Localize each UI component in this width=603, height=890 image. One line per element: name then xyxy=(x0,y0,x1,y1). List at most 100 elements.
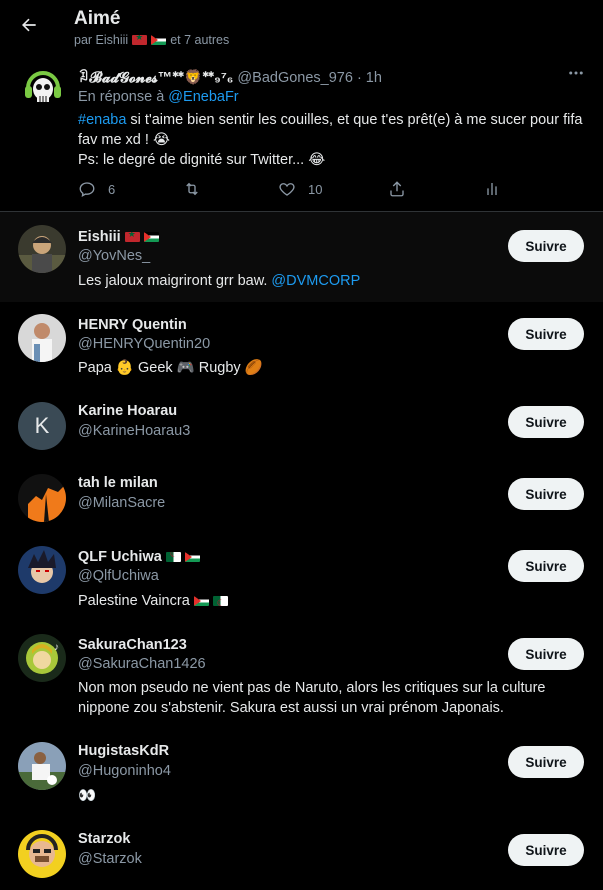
tweet-actions: 6 10 xyxy=(78,180,508,202)
user-list-item[interactable]: HENRY Quentin @HENRYQuentin20 Papa 👶 Gee… xyxy=(0,302,603,390)
algeria-flag-icon xyxy=(212,596,228,606)
like-button[interactable]: 10 xyxy=(278,180,322,198)
user-name[interactable]: Starzok xyxy=(78,831,130,847)
user-handle[interactable]: @HENRYQuentin20 xyxy=(78,336,210,352)
liked-tweet[interactable]: ꀣ𝓑𝓪𝓭𝓖𝓸𝓷𝓮𝓼™ᕯ🦁ᕯ₉⁷₆ @BadGones_976 · 1h En r… xyxy=(0,56,603,212)
user-name-text: Karine Hoarau xyxy=(78,403,178,419)
tweet-header: ꀣ𝓑𝓪𝓭𝓖𝓸𝓷𝓮𝓼™ᕯ🦁ᕯ₉⁷₆ @BadGones_976 · 1h xyxy=(78,66,382,86)
back-button[interactable] xyxy=(14,10,44,40)
follow-button[interactable]: Suivre xyxy=(508,318,584,350)
user-name[interactable]: QLF Uchiwa xyxy=(78,549,200,565)
algeria-flag-icon xyxy=(165,552,181,562)
reply-prefix: En réponse à xyxy=(78,89,165,105)
user-name[interactable]: Eishiii xyxy=(78,229,159,245)
avatar[interactable]: ♪ xyxy=(18,634,66,682)
user-name[interactable]: HugistasKdR xyxy=(78,743,169,759)
user-name-text: SakuraChan123 xyxy=(78,637,187,653)
follow-button[interactable]: Suivre xyxy=(508,550,584,582)
morocco-flag-icon xyxy=(132,35,148,45)
page-title: Aimé xyxy=(74,8,121,29)
reply-icon xyxy=(79,182,95,198)
user-bio: Palestine Vaincra xyxy=(78,591,578,611)
user-list-item[interactable]: K Karine Hoarau @KarineHoarau3 Suivre xyxy=(0,390,603,462)
reply-to-link[interactable]: @EnebaFr xyxy=(168,89,238,105)
avatar-letter: K xyxy=(34,413,50,438)
arrow-left-icon xyxy=(22,18,36,32)
user-handle[interactable]: @QlfUchiwa xyxy=(78,568,159,584)
reply-button[interactable]: 6 xyxy=(78,180,115,198)
user-list-item[interactable]: HugistasKdR @Hugoninho4 👀 Suivre xyxy=(0,732,603,820)
follow-button[interactable]: Suivre xyxy=(508,834,584,866)
user-handle[interactable]: @Hugoninho4 xyxy=(78,763,171,779)
morocco-flag-icon xyxy=(124,232,140,242)
user-list-item[interactable]: Starzok @Starzok Suivre xyxy=(0,820,603,890)
palestine-flag-icon xyxy=(184,552,200,562)
avatar[interactable] xyxy=(18,474,66,522)
reply-count: 6 xyxy=(108,181,116,197)
retweet-icon xyxy=(186,182,198,196)
avatar[interactable] xyxy=(20,66,66,112)
skull-avatar-icon xyxy=(20,66,66,112)
share-icon xyxy=(390,181,404,197)
user-bio: Les jaloux maigriront grr baw. @DVMCORP xyxy=(78,271,578,291)
user-handle[interactable]: @KarineHoarau3 xyxy=(78,423,190,439)
avatar[interactable] xyxy=(18,314,66,362)
analytics-icon xyxy=(487,183,497,195)
hashtag-link[interactable]: #enaba xyxy=(78,112,126,128)
user-name[interactable]: tah le milan xyxy=(78,475,158,491)
user-handle[interactable]: @SakuraChan1426 xyxy=(78,656,206,672)
follow-button[interactable]: Suivre xyxy=(508,230,584,262)
user-list-item[interactable]: Eishiii @YovNes_ Les jaloux maigriront g… xyxy=(0,212,603,302)
page-subtitle: par Eishiii et 7 autres xyxy=(74,33,229,47)
user-name-text: tah le milan xyxy=(78,475,158,491)
subtitle-prefix: par Eishiii xyxy=(74,33,129,47)
retweet-button[interactable] xyxy=(182,180,202,198)
user-handle[interactable]: @YovNes_ xyxy=(78,248,150,264)
user-name-text: Starzok xyxy=(78,831,131,847)
tweet-text: #enaba si t'aime bien sentir les couille… xyxy=(78,110,588,170)
reply-context: En réponse à @EnebaFr xyxy=(78,89,239,105)
tweet-text-line1: si t'aime bien sentir les couilles, et q… xyxy=(78,112,583,148)
palestine-flag-icon xyxy=(151,35,167,45)
user-bio: Papa 👶 Geek 🎮 Rugby 🏉 xyxy=(78,360,263,376)
follow-button[interactable]: Suivre xyxy=(508,406,584,438)
user-bio: 👀 xyxy=(78,788,97,804)
author-handle[interactable]: @BadGones_976 xyxy=(237,70,353,86)
user-list-item[interactable]: tah le milan @MilanSacre Suivre xyxy=(0,462,603,534)
user-name[interactable]: Karine Hoarau xyxy=(78,403,177,419)
follow-button[interactable]: Suivre xyxy=(508,478,584,510)
user-bio-text: Les jaloux maigriront grr baw. xyxy=(78,273,272,289)
mention-link[interactable]: @DVMCORP xyxy=(271,273,360,289)
user-name-text: HENRY Quentin xyxy=(78,317,187,333)
subtitle-suffix: et 7 autres xyxy=(170,33,230,47)
page-header: Aimé par Eishiii et 7 autres xyxy=(0,0,603,56)
user-handle[interactable]: @Starzok xyxy=(78,851,142,867)
avatar[interactable] xyxy=(18,742,66,790)
user-name[interactable]: HENRY Quentin xyxy=(78,317,187,333)
avatar[interactable]: K xyxy=(18,402,66,450)
analytics-button[interactable] xyxy=(484,180,500,198)
palestine-flag-icon xyxy=(193,596,209,606)
more-icon xyxy=(569,71,583,75)
user-handle[interactable]: @MilanSacre xyxy=(78,495,165,511)
author-name[interactable]: ꀣ𝓑𝓪𝓭𝓖𝓸𝓷𝓮𝓼™ᕯ🦁ᕯ₉⁷₆ xyxy=(78,70,233,86)
share-button[interactable] xyxy=(388,180,406,198)
tweet-time[interactable]: · 1h xyxy=(357,70,382,86)
user-bio-text: Palestine Vaincra xyxy=(78,593,190,609)
avatar[interactable] xyxy=(18,225,66,273)
tweet-text-line2: Ps: le degré de dignité sur Twitter... 😂 xyxy=(78,152,326,168)
user-name-text: Eishiii xyxy=(78,229,121,245)
follow-button[interactable]: Suivre xyxy=(508,746,584,778)
user-name[interactable]: SakuraChan123 xyxy=(78,637,187,653)
user-bio: Non mon pseudo ne vient pas de Naruto, a… xyxy=(78,680,546,716)
avatar[interactable] xyxy=(18,830,66,878)
avatar[interactable] xyxy=(18,546,66,594)
palestine-flag-icon xyxy=(143,232,159,242)
user-list-item[interactable]: ♪ SakuraChan123 @SakuraChan1426 Non mon … xyxy=(0,624,603,732)
more-options-button[interactable] xyxy=(567,64,585,87)
like-count: 10 xyxy=(308,181,323,197)
svg-text:♪: ♪ xyxy=(54,642,59,653)
follow-button[interactable]: Suivre xyxy=(508,638,584,670)
user-list-item[interactable]: QLF Uchiwa @QlfUchiwa Palestine Vaincra … xyxy=(0,534,603,624)
user-name-text: QLF Uchiwa xyxy=(78,549,162,565)
